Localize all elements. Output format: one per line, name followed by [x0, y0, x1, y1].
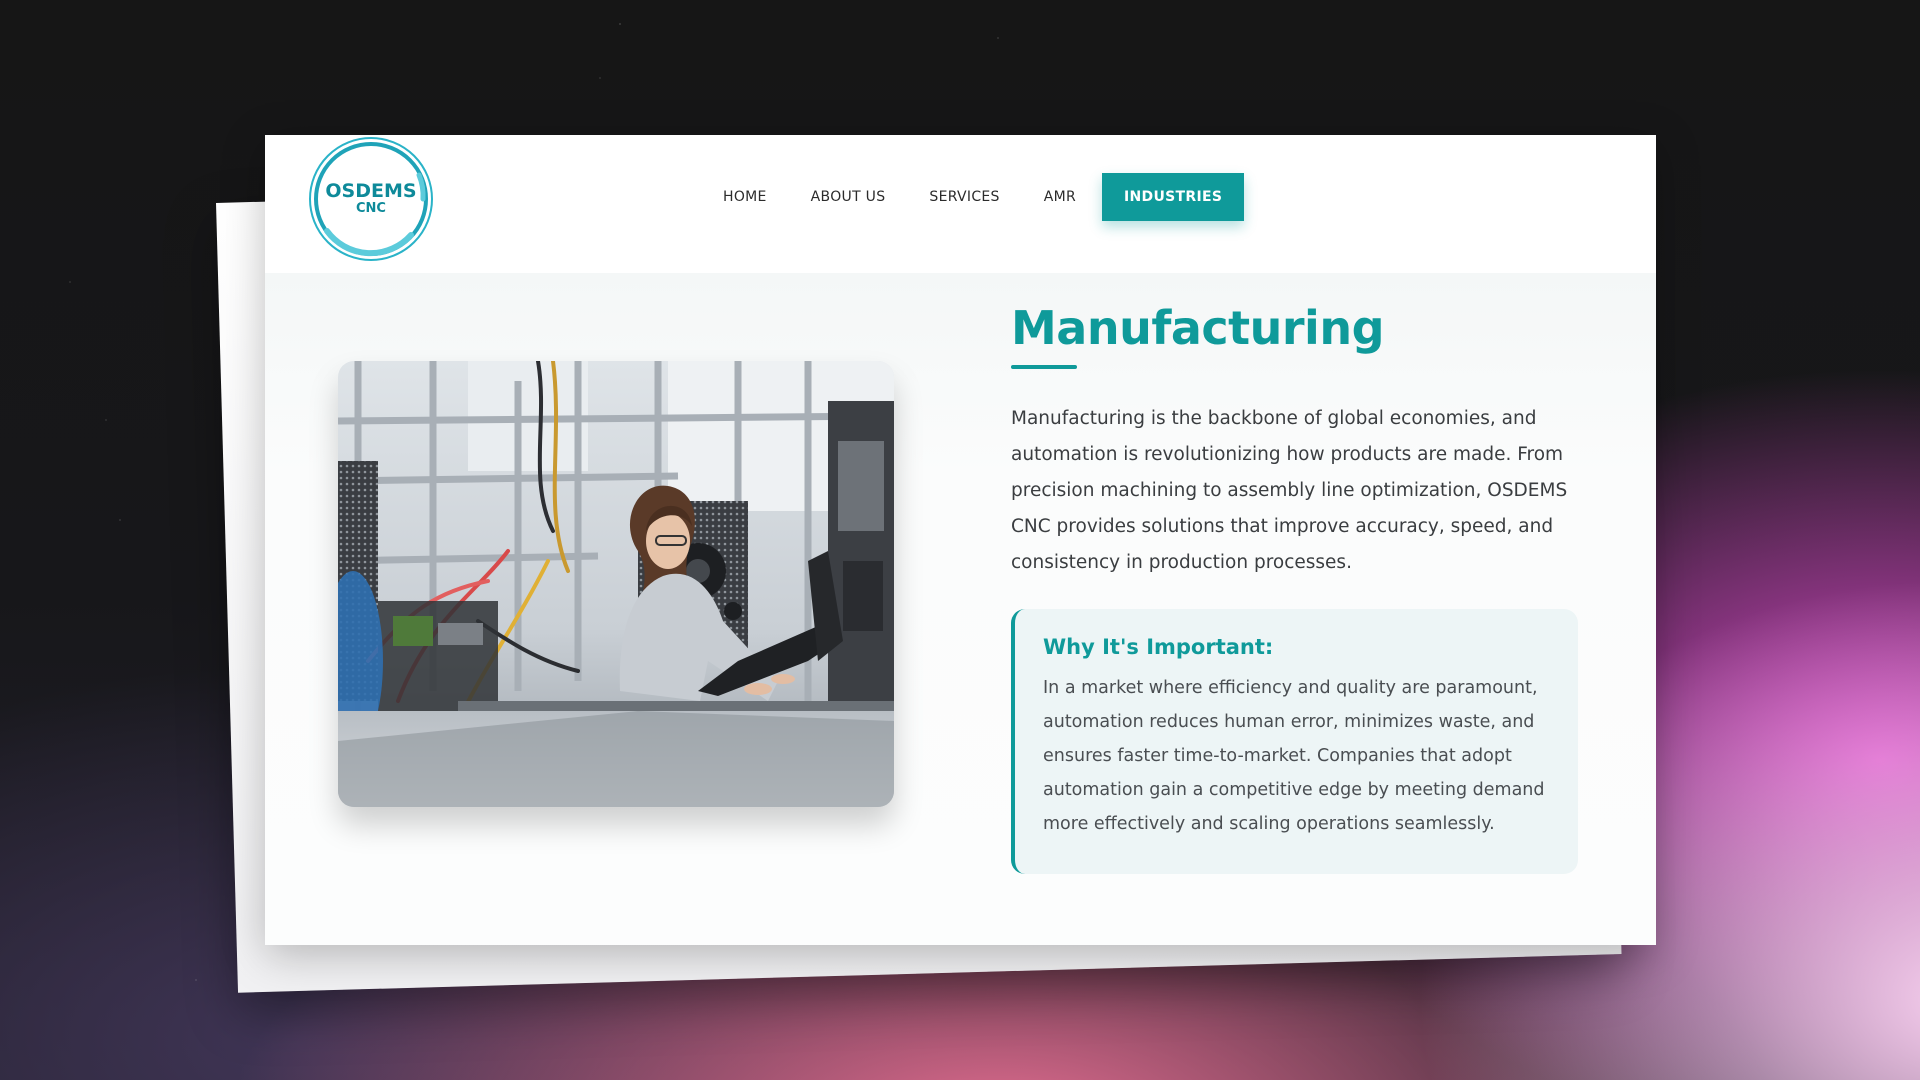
nav-industries[interactable]: INDUSTRIES — [1102, 173, 1245, 221]
logo-text-main: OSDEMS — [325, 180, 416, 202]
logo-text-sub: CNC — [356, 201, 386, 216]
nav-services[interactable]: SERVICES — [907, 173, 1021, 221]
callout-title: Why It's Important: — [1043, 635, 1274, 659]
site-header: OSDEMS CNC HOME ABOUT US SERVICES AMR IN… — [265, 135, 1656, 273]
callout-body: In a market where efficiency and quality… — [1043, 678, 1545, 834]
company-logo[interactable]: OSDEMS CNC — [307, 135, 435, 263]
main-navigation: HOME ABOUT US SERVICES AMR INDUSTRIES — [701, 173, 1245, 221]
nav-amr[interactable]: AMR — [1022, 173, 1098, 221]
industry-section: Manufacturing Manufacturing is the backb… — [265, 273, 1656, 945]
importance-callout: Why It's Important: In a market where ef… — [1011, 609, 1578, 874]
title-underline — [1011, 365, 1077, 369]
nav-about-us[interactable]: ABOUT US — [789, 173, 908, 221]
nav-home[interactable]: HOME — [701, 173, 789, 221]
logo-ring-icon: OSDEMS CNC — [309, 137, 433, 261]
webpage-screenshot: OSDEMS CNC HOME ABOUT US SERVICES AMR IN… — [265, 135, 1656, 945]
page-title: Manufacturing — [1011, 301, 1385, 355]
manufacturing-photo — [338, 361, 894, 807]
intro-paragraph: Manufacturing is the backbone of global … — [1011, 408, 1568, 573]
